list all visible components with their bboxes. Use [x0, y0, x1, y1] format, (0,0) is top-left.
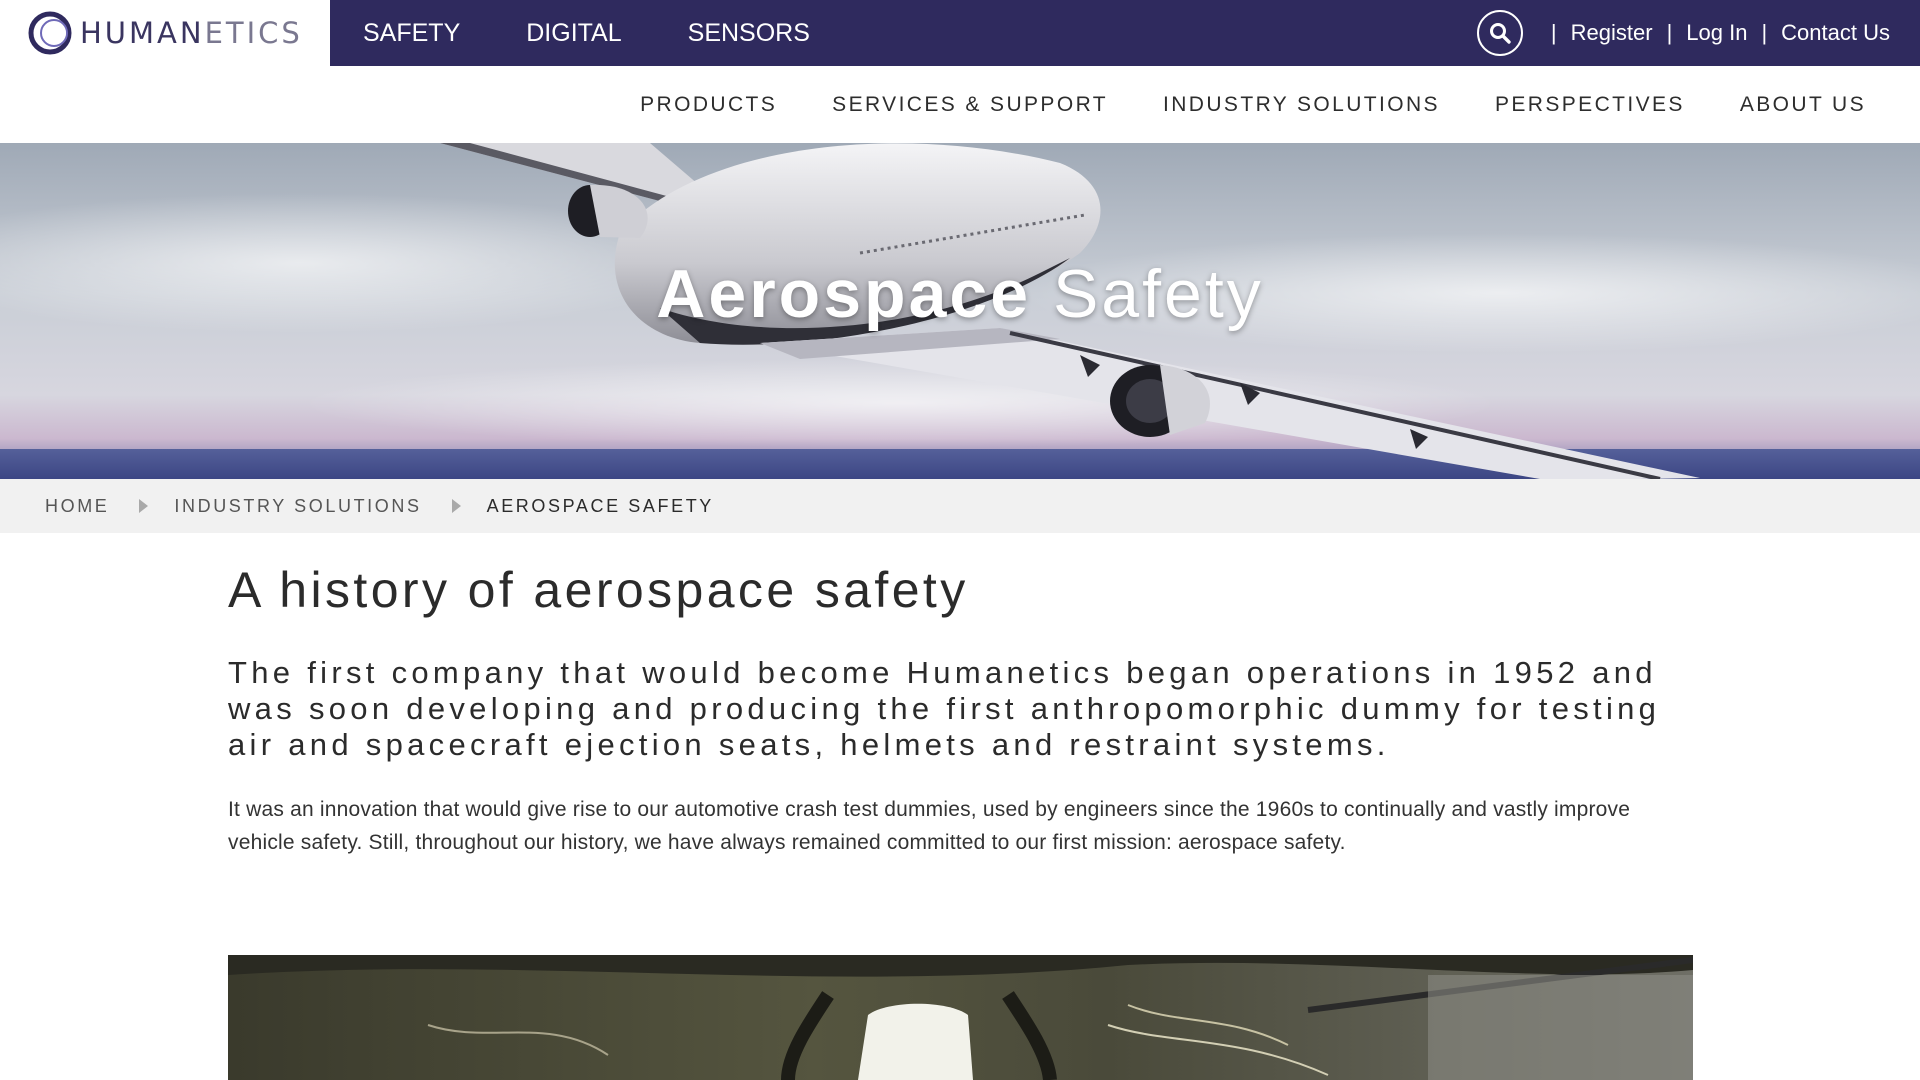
- contact-us-link[interactable]: Contact Us: [1781, 20, 1890, 46]
- login-link[interactable]: Log In: [1686, 20, 1747, 46]
- logo-text-light: ETICS: [204, 16, 303, 50]
- breadcrumb-home[interactable]: HOME: [45, 496, 109, 517]
- top-bar: HUMANETICS SAFETY DIGITAL SENSORS | Regi…: [0, 0, 1920, 66]
- breadcrumb-industry-solutions[interactable]: INDUSTRY SOLUTIONS: [174, 496, 421, 517]
- nav-services-support[interactable]: SERVICES & SUPPORT: [832, 93, 1108, 117]
- search-button[interactable]: [1476, 10, 1523, 56]
- logo-text: HUMANETICS: [80, 16, 303, 50]
- brand-tabs: SAFETY DIGITAL SENSORS: [330, 0, 843, 66]
- triangle-right-icon: [451, 499, 461, 513]
- aircraft-interior-photo: [228, 955, 1693, 1080]
- tab-safety[interactable]: SAFETY: [330, 0, 493, 66]
- main-nav: PRODUCTS SERVICES & SUPPORT INDUSTRY SOL…: [0, 66, 1920, 143]
- humanetics-logo-icon: [28, 11, 72, 55]
- nav-about-us[interactable]: ABOUT US: [1740, 93, 1866, 117]
- logo-text-bold: HUMAN: [80, 16, 205, 50]
- lead-paragraph: The first company that would become Huma…: [228, 655, 1661, 762]
- hero-title: Aerospace Safety: [0, 255, 1920, 333]
- breadcrumb-current: AEROSPACE SAFETY: [486, 495, 714, 516]
- separator: |: [1761, 20, 1768, 45]
- tab-digital[interactable]: DIGITAL: [493, 0, 654, 66]
- separator: |: [1550, 20, 1557, 45]
- aircraft-interior-image: [228, 955, 1693, 1080]
- page-heading: A history of aerospace safety: [228, 562, 969, 618]
- nav-perspectives[interactable]: PERSPECTIVES: [1495, 93, 1685, 117]
- hero-title-strong: Aerospace: [656, 256, 1032, 332]
- logo[interactable]: HUMANETICS: [0, 0, 330, 66]
- nav-industry-solutions[interactable]: INDUSTRY SOLUTIONS: [1163, 93, 1440, 117]
- hero-title-light: Safety: [1052, 256, 1264, 332]
- main-content: A history of aerospace safety The first …: [228, 533, 1693, 859]
- register-link[interactable]: Register: [1571, 20, 1653, 46]
- triangle-right-icon: [139, 499, 149, 513]
- nav-products[interactable]: PRODUCTS: [640, 93, 777, 117]
- body-paragraph: It was an innovation that would give ris…: [228, 798, 1631, 854]
- utility-nav: | Register | Log In | Contact Us: [1476, 0, 1890, 66]
- separator: |: [1666, 20, 1673, 45]
- tab-sensors[interactable]: SENSORS: [655, 0, 843, 66]
- breadcrumb: HOME INDUSTRY SOLUTIONS AEROSPACE SAFETY: [0, 479, 1920, 533]
- hero-banner: Aerospace Safety: [0, 143, 1920, 479]
- search-icon: [1489, 23, 1511, 44]
